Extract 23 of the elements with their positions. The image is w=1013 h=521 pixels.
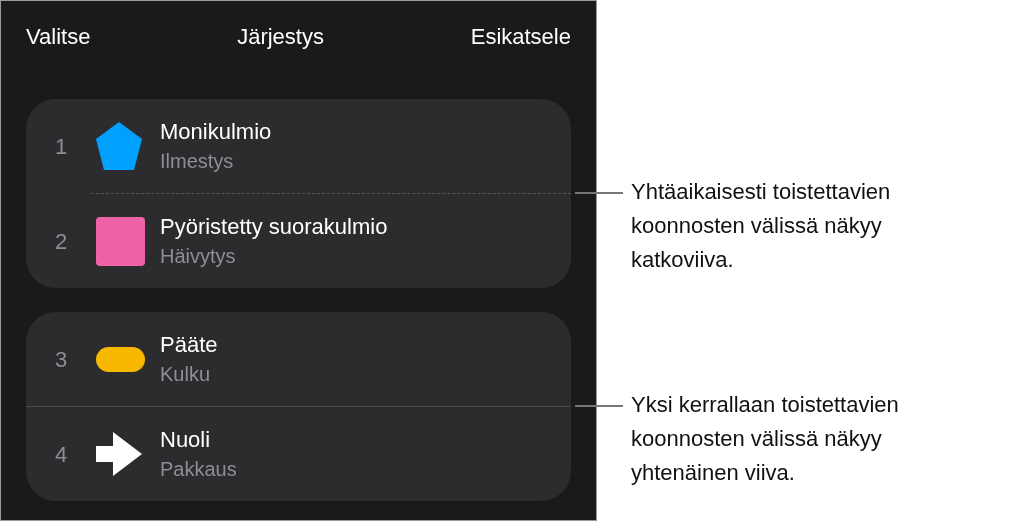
build-number: 4 xyxy=(53,440,69,469)
build-title: Nuoli xyxy=(160,426,212,454)
leader-line xyxy=(575,192,623,194)
build-row[interactable]: 3 Pääte Kulku xyxy=(26,312,571,406)
build-title: Monikulmio xyxy=(160,118,272,146)
select-button[interactable]: Valitse xyxy=(26,21,91,53)
build-row[interactable]: 1 Monikulmio Ilmestys xyxy=(26,99,571,193)
build-effect: Pakkaus xyxy=(160,457,237,482)
build-number: 1 xyxy=(53,132,69,161)
build-number: 2 xyxy=(53,227,69,256)
preview-button[interactable]: Esikatsele xyxy=(470,21,571,53)
build-effect: Ilmestys xyxy=(160,149,235,174)
callout-text: Yksi kerrallaan toistettavien koonnosten välissä näkyy yhtenäinen viiva. xyxy=(631,391,900,487)
build-row[interactable]: 4 Nuoli Pakkaus xyxy=(26,407,571,501)
leader-line xyxy=(575,405,623,407)
build-effect: Kulku xyxy=(160,362,212,387)
build-title: Pääte xyxy=(160,331,218,359)
build-title: Pyöristetty suorakulmio xyxy=(160,213,388,241)
callout-text: Yhtäaikaisesti toistettavien koonnosten välissä näkyy katkoviiva. xyxy=(631,178,892,274)
build-number: 3 xyxy=(53,345,69,374)
screen-title: Järjestys xyxy=(237,23,324,51)
build-row[interactable]: 2 Pyöristetty suorakulmio Häivytys xyxy=(26,194,571,288)
build-effect: Häivytys xyxy=(160,244,237,269)
